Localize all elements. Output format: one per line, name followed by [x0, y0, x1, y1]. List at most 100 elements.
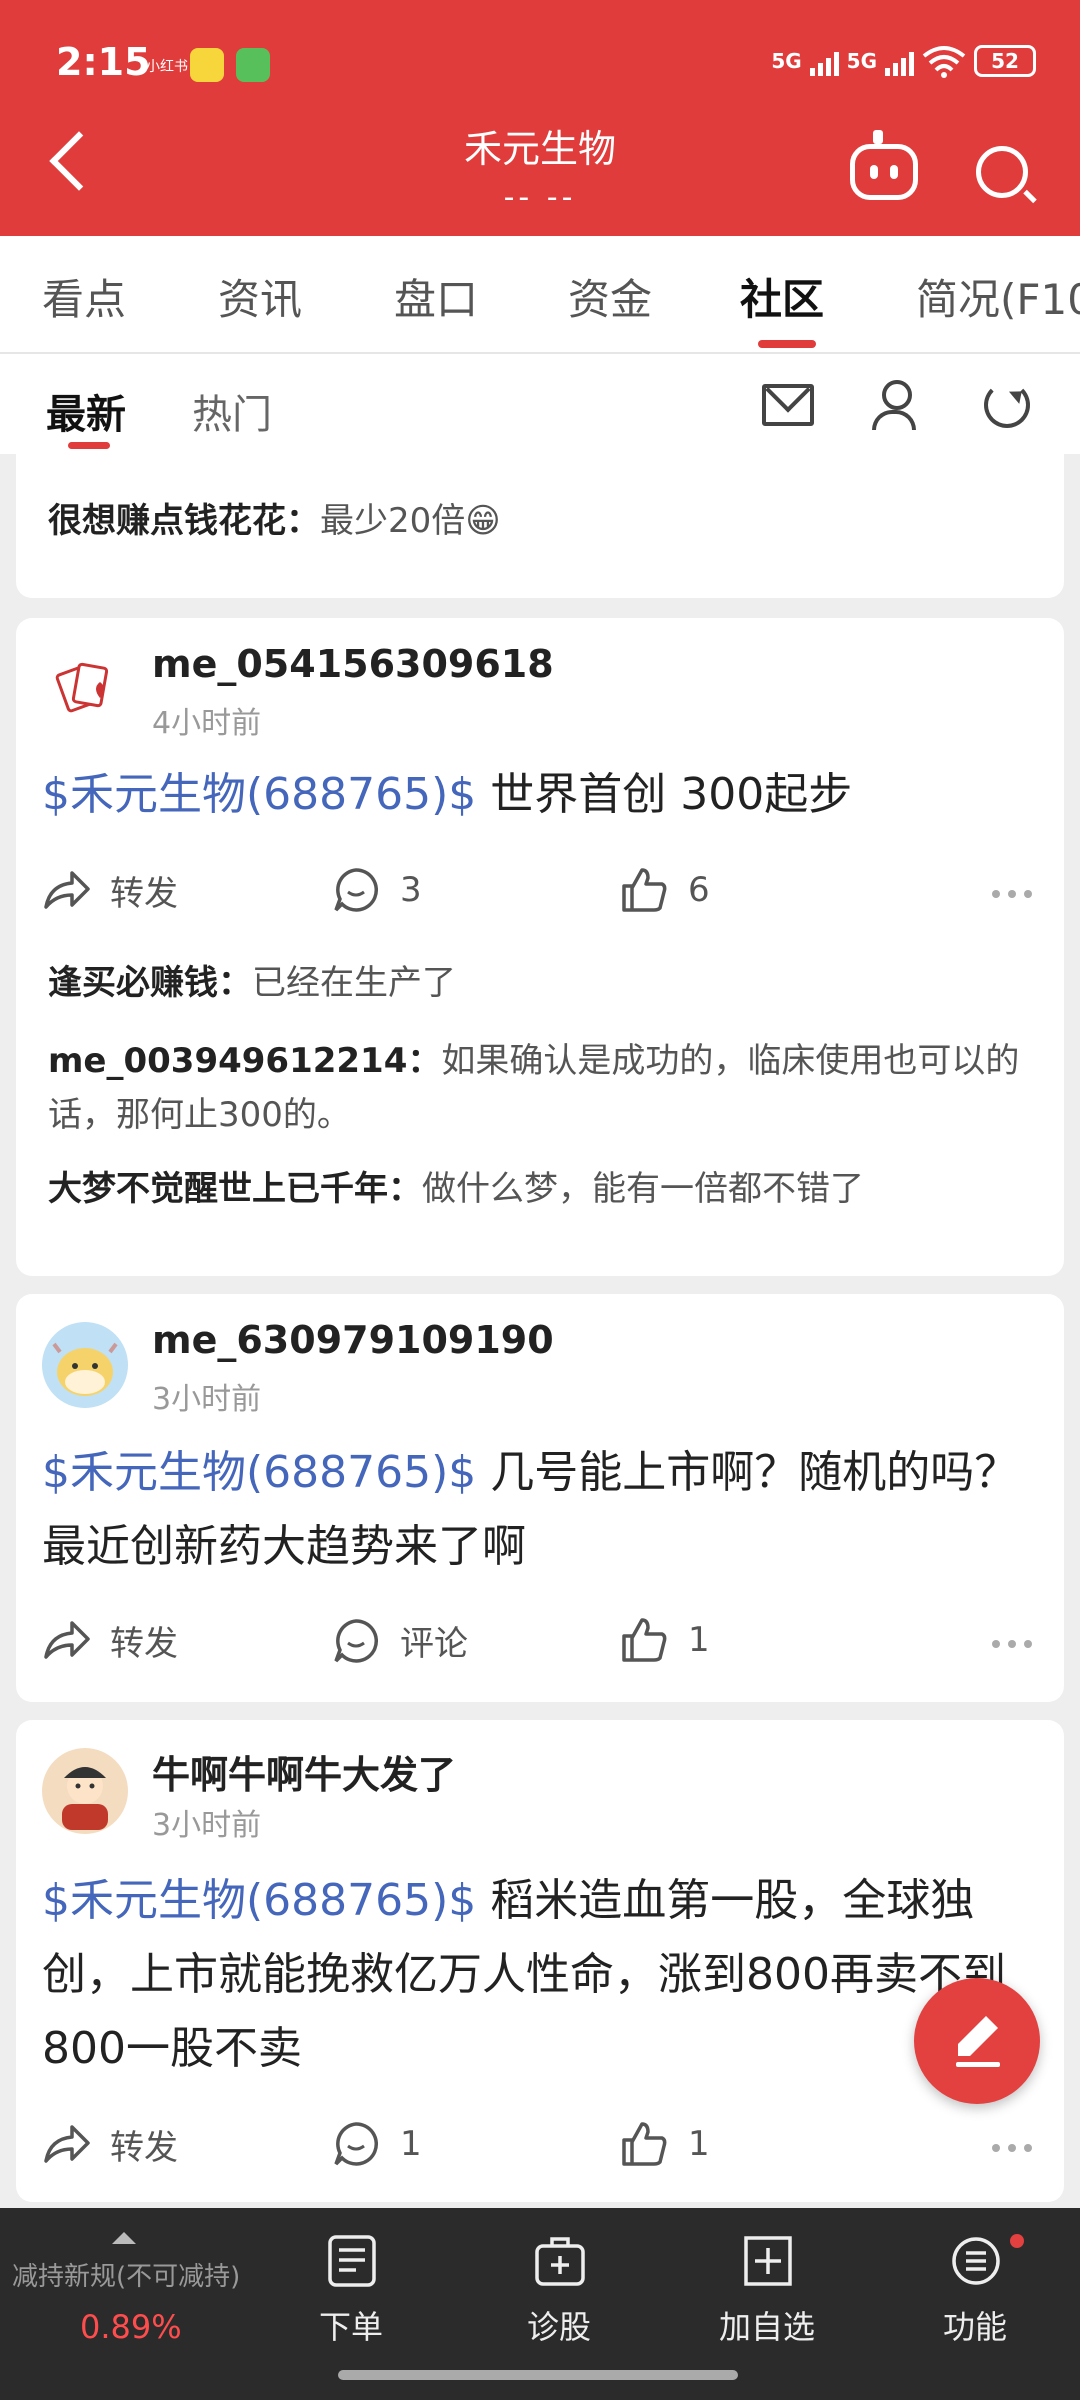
avatar[interactable] — [42, 1748, 128, 1834]
comment-list: 逢买必赚钱：已经在生产了 me_003949612214：如果确认是成功的，临床… — [48, 956, 1038, 1216]
forward-label: 转发 — [110, 874, 178, 914]
tab-profile-f10[interactable]: 简况(F10 — [916, 266, 1080, 327]
like-button[interactable]: 1 — [620, 2120, 710, 2168]
diagnose-label: 诊股 — [526, 2308, 591, 2346]
tab-active-indicator — [758, 340, 816, 348]
comment-text: 最少20倍😁 — [320, 501, 501, 541]
page-title: 禾元生物 — [463, 127, 616, 171]
comment-line[interactable]: me_003949612214：如果确认是成功的，临床使用也可以的话，那何止30… — [48, 1034, 1038, 1142]
avatar[interactable] — [42, 1322, 128, 1408]
robot-antenna — [873, 130, 883, 144]
comment-text: 做什么梦，能有一倍都不错了 — [422, 1169, 864, 1209]
like-count: 1 — [688, 1620, 710, 1660]
post-username[interactable]: me_054156309618 — [152, 642, 554, 686]
post-time: 3小时前 — [152, 1808, 262, 1843]
comment-count: 评论 — [400, 1624, 468, 1664]
comment-button[interactable]: 1 — [332, 2120, 422, 2168]
stock-link[interactable]: $禾元生物(688765)$ — [42, 1875, 476, 1926]
post-body[interactable]: $禾元生物(688765)$ 几号能上市啊？随机的吗？最近创新药大趋势来了啊 — [42, 1436, 1042, 1584]
price-placeholder: -- -- — [503, 180, 577, 215]
forward-button[interactable]: 转发 — [42, 1616, 178, 1665]
comment-line[interactable]: 很想赚点钱花花：最少20倍😁 — [48, 494, 501, 548]
main-tabs: 看点 资讯 盘口 资金 社区 简况(F10 — [0, 236, 1080, 354]
comment-button[interactable]: 3 — [332, 866, 422, 914]
compose-post-button[interactable] — [914, 1978, 1040, 2104]
post-actions: 转发 评论 1 — [16, 1616, 1064, 1676]
thumbs-up-icon — [622, 868, 667, 912]
tab-market[interactable]: 盘口 — [394, 266, 478, 327]
comment-line[interactable]: 大梦不觉醒世上已千年：做什么梦，能有一倍都不错了 — [48, 1162, 1038, 1216]
mail-icon[interactable] — [762, 384, 814, 426]
tab-funds[interactable]: 资金 — [568, 266, 652, 327]
post-username[interactable]: 牛啊牛啊牛大发了 — [152, 1744, 456, 1799]
order-doc-icon — [328, 2235, 376, 2287]
post-body[interactable]: $禾元生物(688765)$ 世界首创 300起步 — [42, 758, 1042, 832]
post-card[interactable]: me_054156309618 4小时前 $禾元生物(688765)$ 世界首创… — [16, 618, 1064, 1276]
like-button[interactable]: 1 — [620, 1616, 710, 1664]
tab-kandian[interactable]: 看点 — [42, 266, 126, 327]
thumbs-up-icon — [622, 2122, 667, 2166]
like-count: 6 — [688, 870, 710, 910]
network-label: 5G — [771, 49, 802, 73]
battery-icon: 52 — [974, 45, 1036, 77]
refresh-icon[interactable] — [984, 382, 1030, 428]
post-card[interactable]: me_630979109190 3小时前 $禾元生物(688765)$ 几号能上… — [16, 1294, 1064, 1702]
avatar[interactable] — [42, 646, 128, 732]
add-square-icon — [744, 2236, 792, 2286]
post-actions: 转发 1 1 — [16, 2120, 1064, 2180]
stock-link[interactable]: $禾元生物(688765)$ — [42, 769, 476, 820]
comment-text: 已经在生产了 — [252, 963, 456, 1003]
forward-button[interactable]: 转发 — [42, 866, 178, 915]
comment-user: me_003949612214： — [48, 1041, 442, 1081]
comment-button[interactable]: 评论 — [332, 1616, 468, 1665]
post-time: 3小时前 — [152, 1382, 262, 1417]
user-icon[interactable] — [872, 380, 916, 430]
diagnose-kit-icon — [535, 2237, 585, 2286]
app-header: 2:15 小红书 5G 5G 52 禾元生物 -- -- — [0, 0, 1080, 236]
share-icon — [44, 870, 90, 909]
more-options-icon[interactable] — [992, 890, 1032, 898]
status-bar: 2:15 小红书 5G 5G 52 — [0, 0, 1080, 130]
post-card[interactable]: 牛啊牛啊牛大发了 3小时前 $禾元生物(688765)$ 稻米造血第一股，全球独… — [16, 1720, 1064, 2202]
comment-user: 大梦不觉醒世上已千年： — [48, 1169, 422, 1209]
home-indicator[interactable] — [338, 2370, 738, 2380]
signal-icon-2 — [885, 46, 914, 76]
comment-icon — [334, 2122, 379, 2166]
order-label: 下单 — [318, 2308, 383, 2346]
subtab-hot[interactable]: 热门 — [192, 382, 272, 440]
comment-count: 1 — [400, 2124, 422, 2164]
post-text: 世界首创 300起步 — [476, 769, 853, 820]
comment-icon — [334, 1618, 379, 1663]
comment-user: 逢买必赚钱： — [48, 963, 252, 1003]
post-body[interactable]: $禾元生物(688765)$ 稻米造血第一股，全球独创，上市就能挽救亿万人性命，… — [42, 1864, 1042, 2086]
comment-user: 很想赚点钱花花： — [48, 501, 320, 541]
menu-circle-icon — [952, 2237, 1000, 2285]
comment-icon — [334, 868, 379, 912]
more-options-icon[interactable] — [992, 1640, 1032, 1648]
robot-assistant-icon[interactable] — [850, 144, 918, 200]
like-button[interactable]: 6 — [620, 866, 710, 914]
share-icon — [44, 2124, 90, 2163]
status-time: 2:15 — [56, 40, 151, 84]
comment-count: 3 — [400, 870, 422, 910]
add-watchlist-label: 加自选 — [718, 2308, 815, 2346]
sub-tabs: 最新 热门 — [0, 354, 1080, 454]
post-card-partial: 很想赚点钱花花：最少20倍😁 — [16, 454, 1064, 598]
edit-pencil-icon — [956, 2016, 1000, 2067]
stock-tag[interactable]: 减持新规(不可减持) — [12, 2256, 240, 2293]
post-username[interactable]: me_630979109190 — [152, 1318, 554, 1362]
forward-button[interactable]: 转发 — [42, 2120, 178, 2169]
stock-link[interactable]: $禾元生物(688765)$ — [42, 1447, 476, 1498]
tab-community[interactable]: 社区 — [740, 266, 824, 327]
tab-news[interactable]: 资讯 — [218, 266, 302, 327]
expand-up-icon[interactable] — [112, 2220, 136, 2244]
more-options-icon[interactable] — [992, 2144, 1032, 2152]
post-time: 4小时前 — [152, 706, 262, 741]
search-icon[interactable] — [976, 146, 1028, 198]
functions-label: 功能 — [942, 2308, 1007, 2346]
notification-dot — [1010, 2234, 1024, 2248]
post-actions: 转发 3 6 — [16, 866, 1064, 926]
status-icons: 5G 5G 52 — [771, 44, 1036, 78]
comment-line[interactable]: 逢买必赚钱：已经在生产了 — [48, 956, 1038, 1010]
subtab-latest[interactable]: 最新 — [46, 382, 126, 440]
